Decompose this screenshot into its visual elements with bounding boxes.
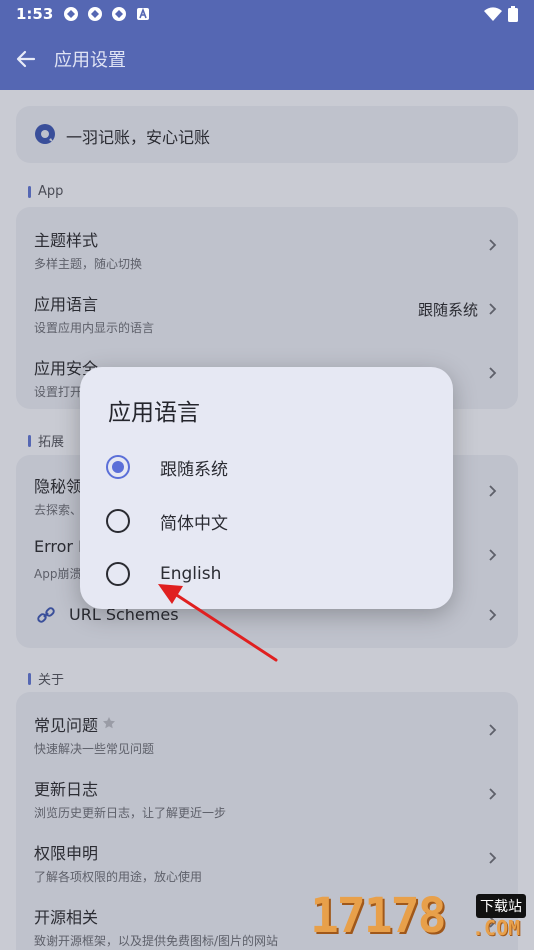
site-watermark: 17178 下载站 .COM [308,886,534,950]
watermark-domain: .COM [472,916,521,940]
watermark-tag: 下载站 [476,894,526,918]
watermark-number: 17178 [310,888,446,944]
annotation-arrow [158,584,278,662]
